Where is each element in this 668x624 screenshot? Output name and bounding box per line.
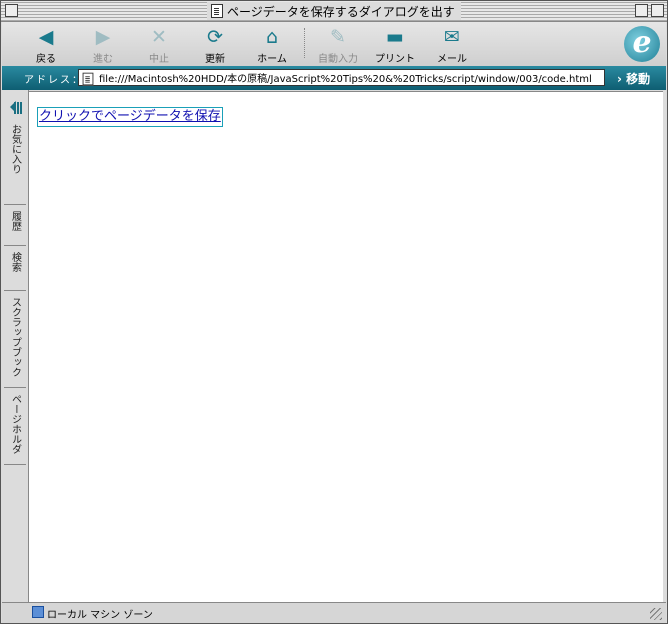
browser-window: ページデータを保存するダイアログを出す ◀ 戻る ▶ 進む ✕ 中止 ⟳ 更新 … bbox=[0, 0, 668, 624]
forward-button[interactable]: ▶ 進む bbox=[80, 24, 126, 65]
explorer-toggle-icon[interactable] bbox=[6, 100, 24, 114]
back-button[interactable]: ◀ 戻る bbox=[23, 24, 69, 65]
mail-button[interactable]: ✉ メール bbox=[429, 24, 475, 65]
ie-logo-icon: e bbox=[624, 26, 660, 62]
save-page-link[interactable]: クリックでページデータを保存 bbox=[37, 107, 223, 127]
explorer-bar: お気に入り 履歴 検索 スクラップブック ページホルダ bbox=[2, 90, 29, 602]
collapse-box[interactable] bbox=[651, 4, 664, 17]
pencil-icon: ✎ bbox=[330, 26, 346, 48]
home-icon: ⌂ bbox=[265, 26, 279, 48]
toolbar: ◀ 戻る ▶ 進む ✕ 中止 ⟳ 更新 ⌂ ホーム ✎ 自動入力 ▬ プリント … bbox=[2, 22, 666, 66]
security-zone: ローカル マシン ゾーン bbox=[47, 610, 153, 621]
address-label: アドレス： bbox=[24, 75, 84, 86]
page-content: クリックでページデータを保存 bbox=[29, 91, 663, 602]
computer-icon bbox=[32, 606, 44, 618]
tab-favorites[interactable]: お気に入り bbox=[4, 118, 26, 205]
stop-button[interactable]: ✕ 中止 bbox=[136, 24, 182, 65]
envelope-icon: ✉ bbox=[444, 26, 460, 48]
go-button[interactable]: › 移動 bbox=[617, 70, 650, 87]
stop-x-icon: ✕ bbox=[151, 26, 167, 48]
address-bar: アドレス： › 移動 bbox=[2, 66, 666, 90]
printer-icon: ▬ bbox=[386, 26, 404, 48]
tab-history[interactable]: 履歴 bbox=[4, 205, 26, 246]
forward-arrow-icon: ▶ bbox=[95, 26, 111, 48]
resize-grip[interactable] bbox=[650, 608, 662, 620]
tab-scrapbook[interactable]: スクラップブック bbox=[4, 291, 26, 388]
title-bar[interactable]: ページデータを保存するダイアログを出す bbox=[1, 1, 667, 22]
back-arrow-icon: ◀ bbox=[38, 26, 54, 48]
address-field[interactable] bbox=[78, 69, 605, 86]
window-title: ページデータを保存するダイアログを出す bbox=[207, 2, 461, 20]
autofill-button[interactable]: ✎ 自動入力 bbox=[315, 24, 361, 65]
home-button[interactable]: ⌂ ホーム bbox=[249, 24, 295, 65]
refresh-icon: ⟳ bbox=[207, 26, 223, 48]
toolbar-separator bbox=[304, 28, 306, 58]
zoom-box[interactable] bbox=[635, 4, 648, 17]
tab-search[interactable]: 検索 bbox=[4, 246, 26, 291]
close-box[interactable] bbox=[5, 4, 18, 17]
refresh-button[interactable]: ⟳ 更新 bbox=[192, 24, 238, 65]
page-icon bbox=[82, 72, 94, 86]
status-bar: ローカル マシン ゾーン bbox=[2, 602, 666, 623]
tab-page-holder[interactable]: ページホルダ bbox=[4, 388, 26, 465]
document-icon bbox=[211, 4, 223, 18]
print-button[interactable]: ▬ プリント bbox=[372, 24, 418, 65]
address-input[interactable] bbox=[99, 70, 599, 85]
